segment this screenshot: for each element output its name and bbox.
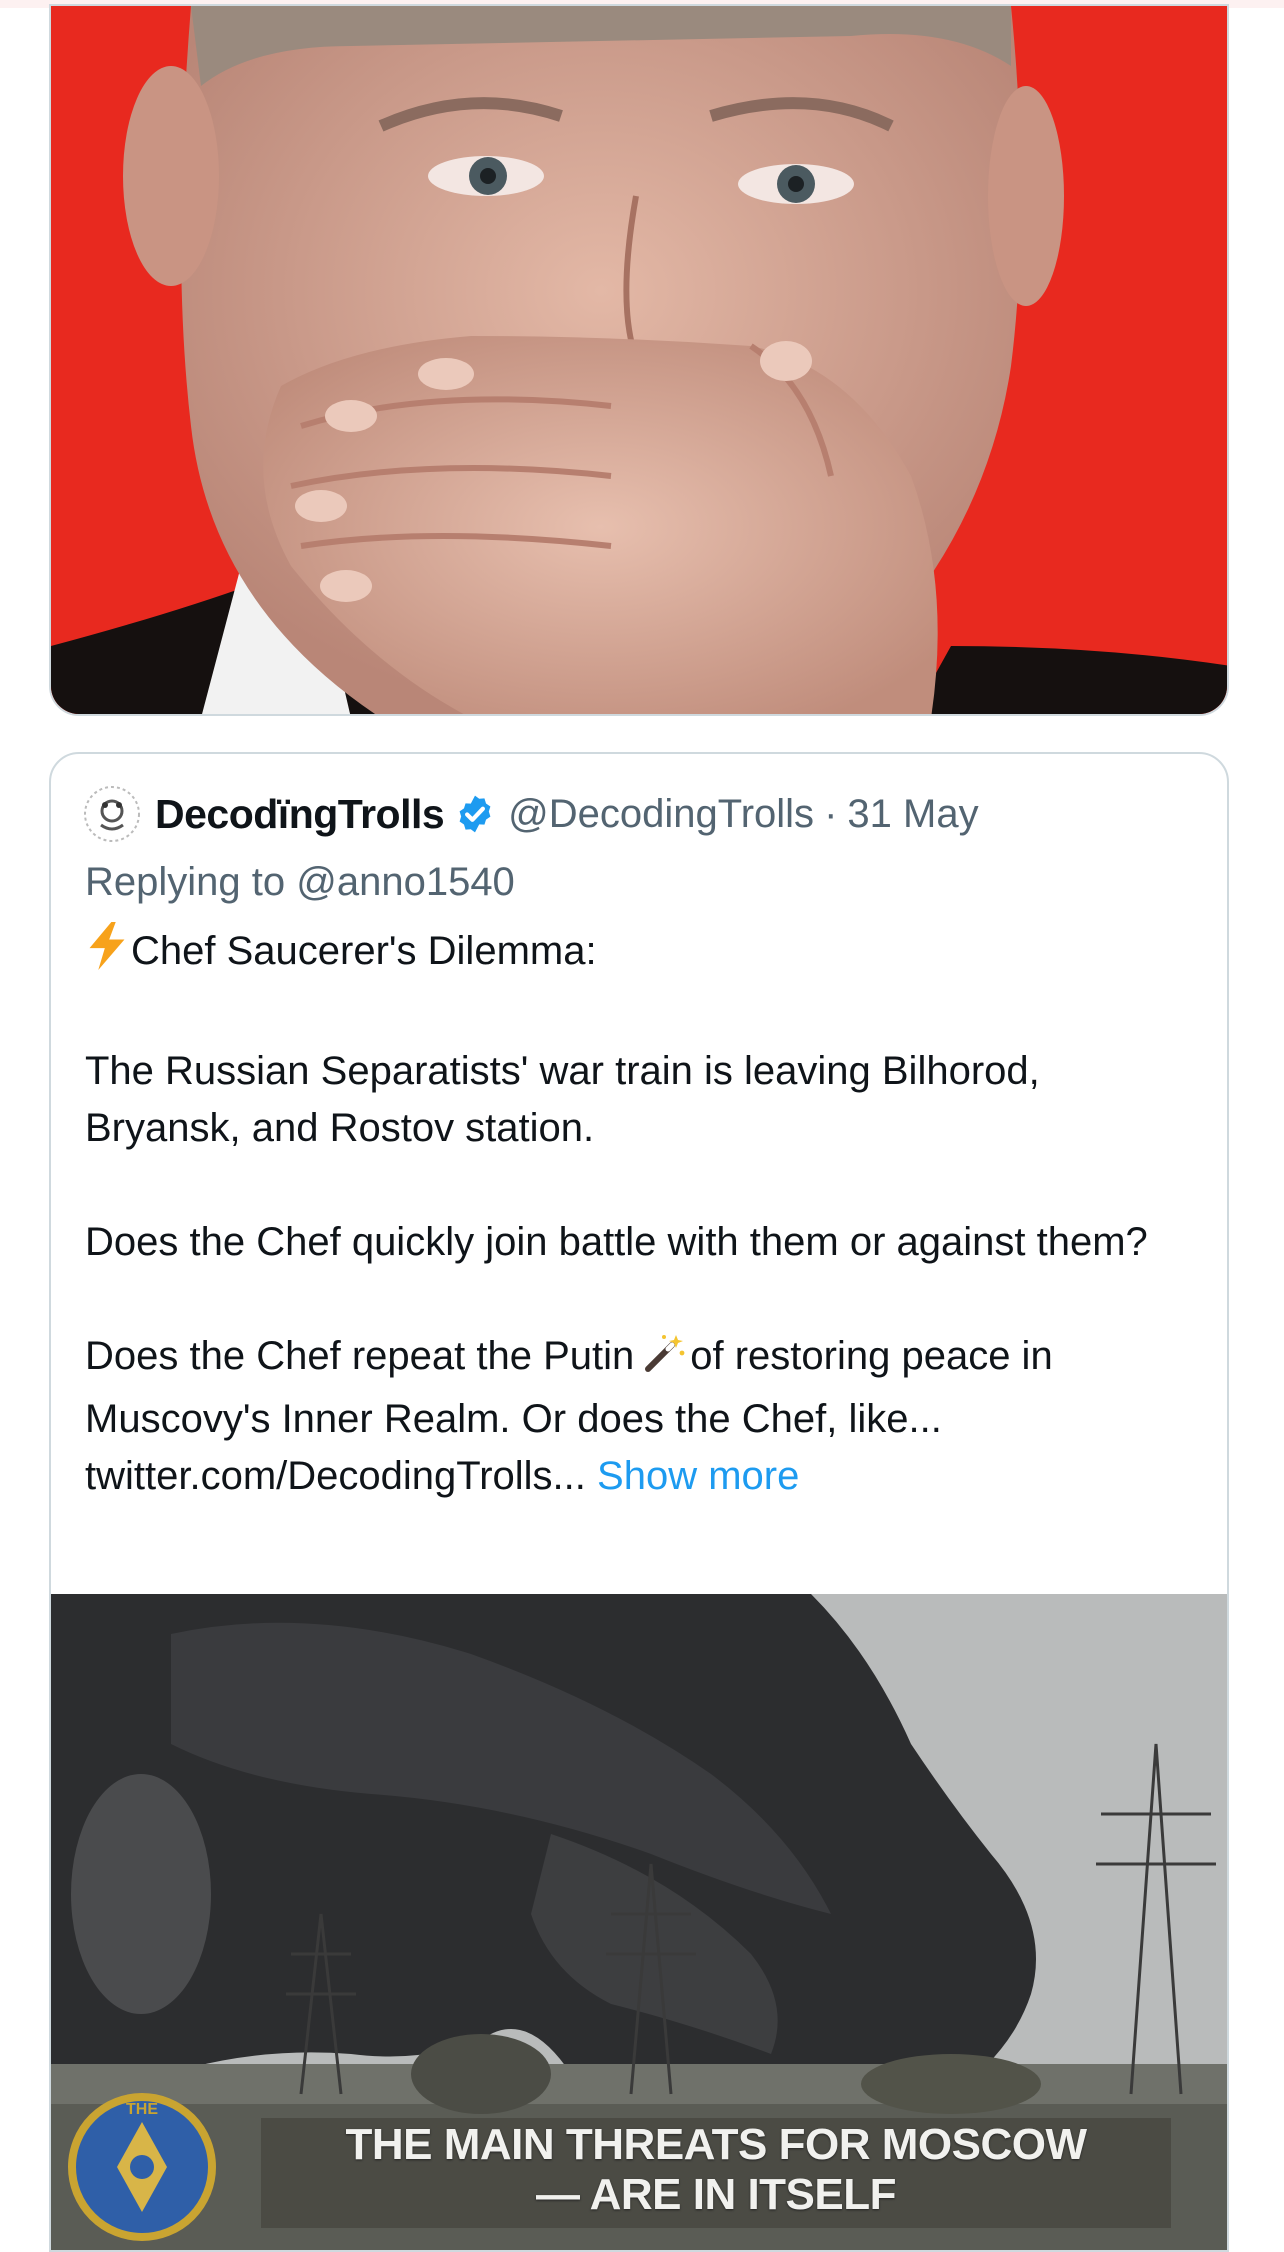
quoted-tweet-media[interactable]: THE THE MAIN THREATS FOR MOSCOW — ARE IN… [51, 1594, 1227, 2250]
display-name[interactable]: DecodïngTrolls [155, 791, 445, 838]
caption-line-1: THE MAIN THREATS FOR MOSCOW [345, 2120, 1087, 2169]
tweet-link[interactable]: twitter.com/DecodingTrolls... [85, 1454, 586, 1498]
show-more-link[interactable]: Show more [597, 1454, 799, 1498]
tweet-line-1: Chef Saucerer's Dilemma: [85, 922, 1195, 986]
quoted-tweet-card[interactable]: DecodïngTrolls @DecodingTrolls · 31 May … [49, 752, 1229, 2252]
high-voltage-emoji-icon [85, 922, 129, 986]
replying-to[interactable]: Replying to @anno1540 [85, 860, 515, 905]
video-caption: THE MAIN THREATS FOR MOSCOW — ARE IN ITS… [261, 2118, 1171, 2228]
handle[interactable]: @DecodingTrolls [508, 792, 814, 837]
magic-wand-emoji-icon [642, 1331, 686, 1391]
tweet-paragraph-4: Does the Chef repeat the Putin of restor… [85, 1328, 1195, 1505]
tweet-media-photo[interactable] [49, 4, 1229, 716]
svg-text:THE: THE [126, 2101, 158, 2118]
tweet-date[interactable]: 31 May [847, 792, 978, 837]
emblem-logo: THE [67, 2092, 217, 2242]
quoted-tweet-header: DecodïngTrolls @DecodingTrolls · 31 May [83, 784, 979, 844]
separator-dot: · [824, 791, 838, 836]
tweet-paragraph-2: The Russian Separatists' war train is le… [85, 1049, 1040, 1150]
photo-illustration [51, 6, 1227, 714]
avatar-icon[interactable] [83, 785, 141, 843]
tweet-paragraph-3: Does the Chef quickly join battle with t… [85, 1220, 1148, 1264]
verified-badge-icon [454, 793, 496, 835]
tweet-text: Chef Saucerer's Dilemma: The Russian Sep… [85, 922, 1195, 1505]
caption-line-2: — ARE IN ITSELF [536, 2170, 897, 2219]
